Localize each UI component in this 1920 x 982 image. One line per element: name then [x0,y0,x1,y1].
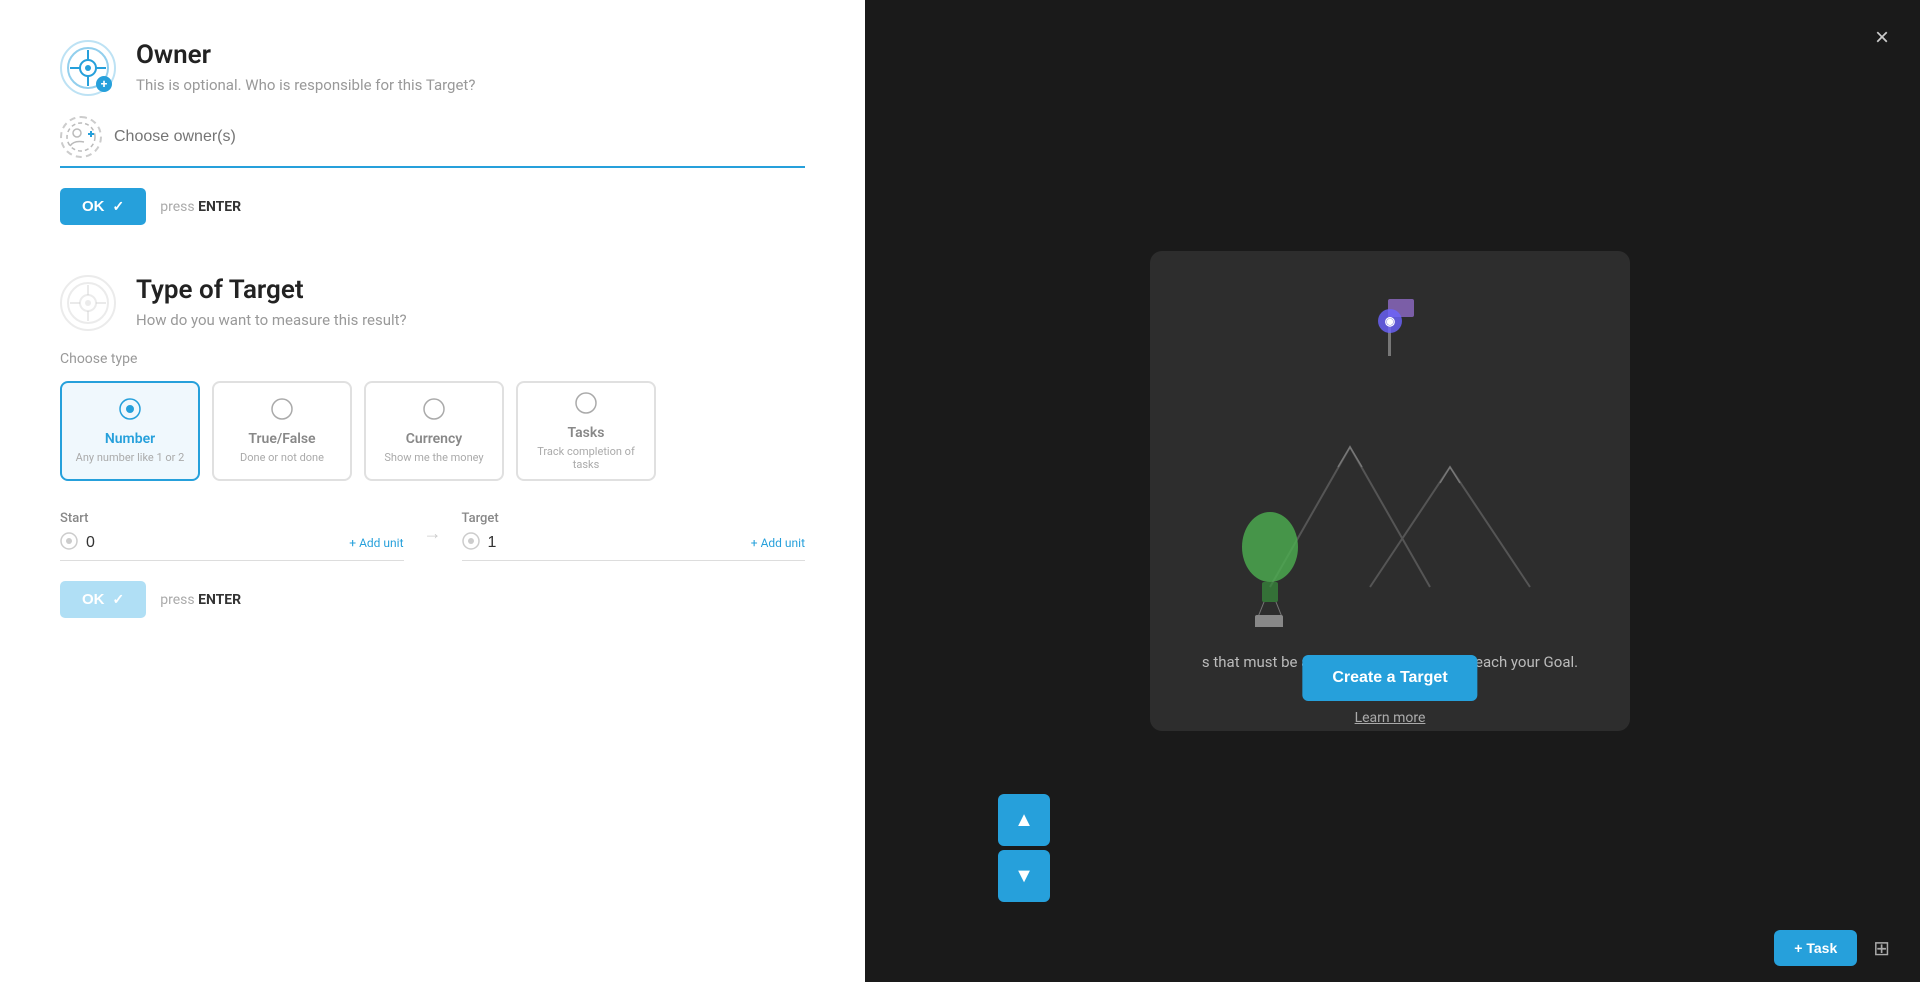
type-card-truefalse[interactable]: True/False Done or not done [212,381,352,481]
owner-input-row [60,116,805,168]
scroll-nav: ▲ ▼ [998,794,1050,902]
type-card-tasks[interactable]: Tasks Track completion of tasks [516,381,656,481]
owner-section-text: Owner This is optional. Who is responsib… [136,40,475,94]
number-desc: Any number like 1 or 2 [76,451,185,464]
start-input-row: + Add unit [60,532,404,561]
owner-add-icon [60,116,102,158]
close-button[interactable]: × [1864,20,1900,56]
currency-desc: Show me the money [384,451,483,464]
tasks-label: Tasks [568,425,605,441]
type-press-enter-text: press ENTER [160,592,241,608]
start-label: Start [60,511,404,526]
arrow-icon: → [424,523,442,544]
type-section-header: Type of Target How do you want to measur… [60,275,805,331]
grid-view-button[interactable]: ⊞ [1873,936,1890,961]
type-icon [60,275,116,331]
owner-icon: + [60,40,116,96]
number-label: Number [105,431,155,447]
scroll-up-button[interactable]: ▲ [998,794,1050,846]
add-task-button[interactable]: + Task [1774,930,1857,966]
tasks-desc: Track completion of tasks [528,445,644,471]
target-field-icon [462,532,480,554]
type-ok-row: OK ✓ press ENTER [60,581,805,618]
owner-title: Owner [136,40,475,70]
ok-label: OK [82,198,105,215]
currency-label: Currency [406,431,463,447]
scroll-down-button[interactable]: ▼ [998,850,1050,902]
truefalse-label: True/False [248,431,315,447]
type-cards: Number Any number like 1 or 2 True/False… [60,381,805,481]
owner-subtitle: This is optional. Who is responsible for… [136,76,475,94]
owner-ok-button[interactable]: OK ✓ [60,188,146,225]
owner-section-header: + Owner This is optional. Who is respons… [60,40,805,96]
left-panel: + Owner This is optional. Who is respons… [0,0,865,982]
choose-type-label: Choose type [60,351,805,367]
type-section: Type of Target How do you want to measur… [60,275,805,618]
press-enter-text: press ENTER [160,199,241,215]
owner-ok-row: OK ✓ press ENTER [60,188,805,225]
start-field: Start + Add unit [60,511,404,561]
target-input[interactable] [488,534,743,552]
truefalse-desc: Done or not done [240,451,324,464]
start-field-icon [60,532,78,554]
owner-input[interactable] [114,128,805,146]
type-subtitle: How do you want to measure this result? [136,311,407,329]
svg-text:◉: ◉ [1385,314,1396,328]
type-ok-button[interactable]: OK ✓ [60,581,146,618]
enter-text: ENTER [198,199,241,215]
create-target-button[interactable]: Create a Target [1302,655,1477,701]
ok-checkmark: ✓ [113,198,125,215]
svg-text:+: + [101,77,108,91]
type-ok-label: OK [82,591,105,608]
type-ok-checkmark: ✓ [113,591,125,608]
start-add-unit[interactable]: + Add unit [349,536,403,550]
tasks-icon [575,392,597,419]
owner-section: + Owner This is optional. Who is respons… [60,40,805,225]
target-label: Target [462,511,806,526]
start-target-row: Start + Add unit → Target [60,511,805,561]
start-input[interactable] [86,534,341,552]
number-icon [119,398,141,425]
type-section-text: Type of Target How do you want to measur… [136,275,407,329]
type-card-number[interactable]: Number Any number like 1 or 2 [60,381,200,481]
learn-more-link[interactable]: Learn more [1355,710,1426,726]
target-input-row: + Add unit [462,532,806,561]
flag-icon: ◉ [1360,291,1420,365]
bottom-bar: + Task ⊞ [860,914,1920,982]
type-card-currency[interactable]: Currency Show me the money [364,381,504,481]
currency-icon [423,398,445,425]
type-enter-text: ENTER [198,592,241,608]
target-field: Target + Add unit [462,511,806,561]
type-title: Type of Target [136,275,407,305]
target-add-unit[interactable]: + Add unit [751,536,805,550]
balloon-illustration [1230,497,1310,631]
truefalse-icon [271,398,293,425]
